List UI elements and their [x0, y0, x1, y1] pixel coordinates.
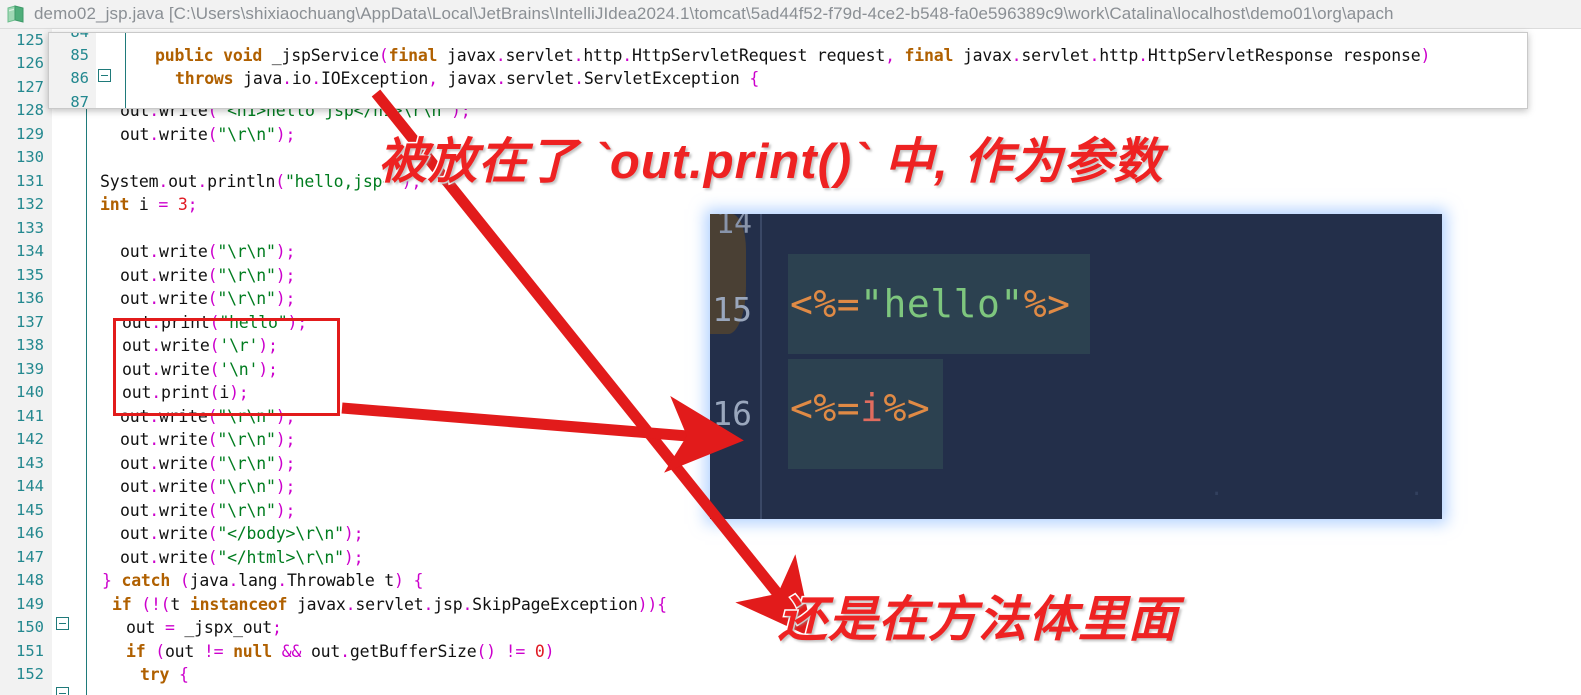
jsp-source-inset-panel: 14 15 16 <%="hello"%> <%=i%> . . [710, 214, 1442, 519]
editor-fold-strip[interactable] [52, 29, 78, 695]
sticky-method-signature-panel: 84 85 86 87 public void _jspService(fina… [48, 32, 1528, 109]
line-number: 152 [16, 665, 44, 683]
line-number: 128 [16, 101, 44, 119]
code-line-148: } catch (java.lang.Throwable t) { [102, 571, 424, 590]
line-number: 143 [16, 454, 44, 472]
code-line-142: out.write("\r\n"); [120, 430, 296, 449]
indent-guide [86, 101, 87, 695]
snippet-line-number: 86 [70, 69, 89, 87]
code-line-146: out.write("</body>\r\n"); [120, 524, 364, 543]
line-number: 148 [16, 571, 44, 589]
snippet-line-number: 87 [70, 93, 89, 109]
line-number: 135 [16, 266, 44, 284]
line-number: 146 [16, 524, 44, 542]
line-number: 131 [16, 172, 44, 190]
code-fold-toggle[interactable] [56, 617, 69, 630]
code-line-149: if (!(t instanceof javax.servlet.jsp.Ski… [112, 595, 667, 614]
line-number: 125 [16, 31, 44, 49]
code-fold-toggle[interactable] [56, 687, 69, 695]
line-number: 140 [16, 383, 44, 401]
line-number: 127 [16, 78, 44, 96]
window-title-text: demo02_jsp.java [C:\Users\shixiaochuang\… [34, 4, 1394, 23]
snippet-indent-guide [125, 33, 126, 108]
line-number: 134 [16, 242, 44, 260]
annotation-bottom-text: 还是在方法体里面 [776, 592, 1179, 649]
snippet-fold-toggle[interactable] [98, 69, 111, 82]
inset-trailing-dot: . [1210, 476, 1224, 501]
code-line-129: out.write("\r\n"); [120, 125, 296, 144]
inset-code-line-16: <%=i%> [790, 386, 931, 430]
inset-partial-line-number: 14 [716, 214, 753, 241]
code-line-143: out.write("\r\n"); [120, 454, 296, 473]
line-number: 149 [16, 595, 44, 613]
line-number: 126 [16, 54, 44, 72]
inset-code-line-15: <%="hello"%> [790, 282, 1071, 326]
line-number: 150 [16, 618, 44, 636]
line-number: 132 [16, 195, 44, 213]
line-number: 139 [16, 360, 44, 378]
code-line-131: System.out.println("hello,jsp~"); [100, 172, 422, 191]
line-number: 136 [16, 289, 44, 307]
line-number: 151 [16, 642, 44, 660]
window-title-bar: demo02_jsp.java [C:\Users\shixiaochuang\… [0, 0, 1581, 29]
code-line-144: out.write("\r\n"); [120, 477, 296, 496]
inset-line-number: 16 [712, 394, 752, 433]
code-line-132: int i = 3; [100, 195, 198, 214]
inset-line-number: 15 [712, 290, 752, 329]
line-number: 144 [16, 477, 44, 495]
code-line-151: if (out != null && out.getBufferSize() !… [126, 642, 555, 661]
snippet-line-number: 84 [70, 32, 89, 41]
snippet-line-number: 85 [70, 46, 89, 64]
line-number: 145 [16, 501, 44, 519]
code-line-135: out.write("\r\n"); [120, 266, 296, 285]
jsp-file-icon [6, 4, 26, 24]
line-number: 141 [16, 407, 44, 425]
line-number: 130 [16, 148, 44, 166]
inset-gutter-divider [760, 214, 762, 519]
code-line-152: try { [140, 665, 189, 684]
code-line-136: out.write("\r\n"); [120, 289, 296, 308]
line-number: 133 [16, 219, 44, 237]
code-line-147: out.write("</html>\r\n"); [120, 548, 364, 567]
line-number: 138 [16, 336, 44, 354]
line-number: 142 [16, 430, 44, 448]
red-highlight-box [113, 318, 340, 416]
snippet-code-line-85: public void _jspService(final javax.serv… [155, 46, 1431, 65]
code-line-134: out.write("\r\n"); [120, 242, 296, 261]
inset-trailing-dot: . [1410, 476, 1424, 501]
code-line-145: out.write("\r\n"); [120, 501, 296, 520]
line-number: 129 [16, 125, 44, 143]
code-line-150: out = _jspx_out; [126, 618, 282, 637]
line-number: 137 [16, 313, 44, 331]
line-number: 147 [16, 548, 44, 566]
annotation-top-text: 被放在了 `out.print()` 中, 作为参数 [376, 134, 1164, 191]
snippet-code-line-86: throws java.io.IOException, javax.servle… [175, 69, 760, 88]
